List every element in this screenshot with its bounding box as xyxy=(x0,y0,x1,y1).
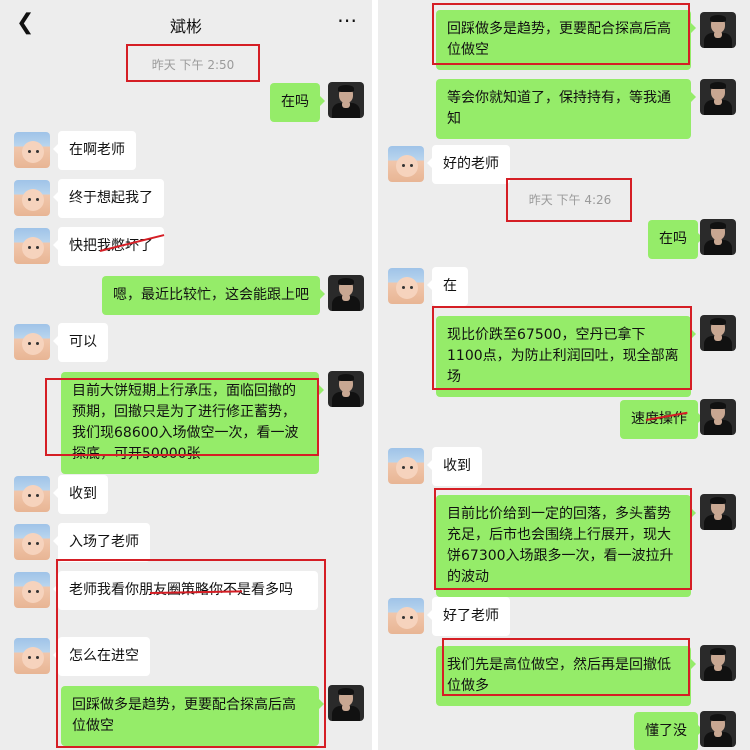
contact-avatar[interactable] xyxy=(14,324,50,360)
message-bubble-incoming[interactable]: 可以 xyxy=(53,323,108,362)
message-bubble-incoming[interactable]: 好的老师 xyxy=(427,145,510,184)
contact-avatar[interactable] xyxy=(14,228,50,264)
message-bubble-incoming[interactable]: 收到 xyxy=(427,447,482,486)
message-bubble-outgoing[interactable]: 在吗 xyxy=(648,220,703,259)
chat-title: 斌彬 xyxy=(169,17,202,36)
teacher-avatar[interactable] xyxy=(700,399,736,435)
message-bubble-outgoing[interactable]: 在吗 xyxy=(270,83,325,122)
teacher-avatar[interactable] xyxy=(700,315,736,351)
message-bubble-incoming[interactable]: 在啊老师 xyxy=(53,131,136,170)
annotation-box xyxy=(432,3,690,65)
teacher-avatar[interactable] xyxy=(328,685,364,721)
teacher-avatar[interactable] xyxy=(700,494,736,530)
message-bubble-incoming[interactable]: 入场了老师 xyxy=(53,523,150,562)
annotation-box xyxy=(126,44,260,82)
annotation-box xyxy=(434,488,692,590)
message-bubble-incoming[interactable]: 终于想起我了 xyxy=(53,179,164,218)
teacher-avatar[interactable] xyxy=(700,12,736,48)
ellipsis-icon[interactable]: ⋯ xyxy=(337,8,358,32)
contact-avatar[interactable] xyxy=(388,448,424,484)
message-bubble-outgoing[interactable]: 速度操作 xyxy=(620,400,703,439)
contact-avatar[interactable] xyxy=(14,132,50,168)
teacher-avatar[interactable] xyxy=(700,645,736,681)
teacher-avatar[interactable] xyxy=(700,711,736,747)
message-bubble-incoming[interactable]: 在 xyxy=(427,267,468,306)
contact-avatar[interactable] xyxy=(388,268,424,304)
chat-panel-right: 回踩做多是趋势，更要配合探高后高位做空 等会你就知道了，保持持有，等我通知 好的… xyxy=(378,0,750,750)
contact-avatar[interactable] xyxy=(14,572,50,608)
annotation-box xyxy=(432,306,692,390)
message-bubble-outgoing[interactable]: 等会你就知道了，保持持有，等我通知 xyxy=(436,79,696,139)
annotation-box xyxy=(45,378,319,456)
contact-avatar[interactable] xyxy=(14,180,50,216)
chat-header: ❮ 斌彬 ⋯ xyxy=(0,0,372,46)
contact-avatar[interactable] xyxy=(14,476,50,512)
message-bubble-incoming[interactable]: 好了老师 xyxy=(427,597,510,636)
annotation-box xyxy=(442,638,690,696)
contact-avatar[interactable] xyxy=(14,638,50,674)
contact-avatar[interactable] xyxy=(388,598,424,634)
chat-panel-left: ❮ 斌彬 ⋯ 昨天 下午 2:50 在吗 在啊老师 终于想起我了 快把我憋坏了 … xyxy=(0,0,372,750)
teacher-avatar[interactable] xyxy=(328,82,364,118)
teacher-avatar[interactable] xyxy=(328,371,364,407)
message-bubble-outgoing[interactable]: 懂了没 xyxy=(634,712,703,750)
teacher-avatar[interactable] xyxy=(328,275,364,311)
annotation-box xyxy=(506,178,632,222)
contact-avatar[interactable] xyxy=(388,146,424,182)
message-bubble-incoming[interactable]: 收到 xyxy=(53,475,108,514)
message-bubble-outgoing[interactable]: 嗯，最近比较忙，这会能跟上吧 xyxy=(102,276,325,315)
teacher-avatar[interactable] xyxy=(700,219,736,255)
teacher-avatar[interactable] xyxy=(700,79,736,115)
contact-avatar[interactable] xyxy=(14,524,50,560)
annotation-box xyxy=(56,559,326,748)
